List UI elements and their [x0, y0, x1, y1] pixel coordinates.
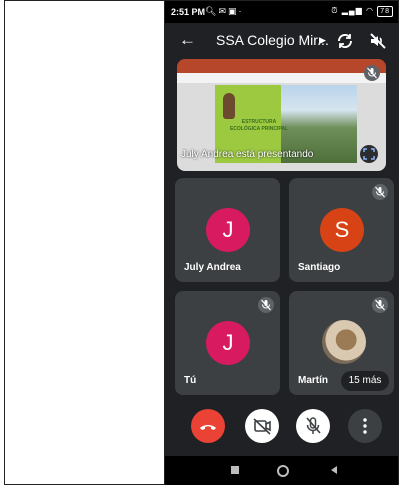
arrow-back-icon[interactable]: ←: [179, 30, 196, 50]
participant-tile[interactable]: S Santiago: [289, 178, 394, 282]
presenting-label: July Andrea está presentando: [181, 149, 314, 160]
status-bar: 2:51 PM 🔍︎✉︎▣· ⏰︎ ▂▄▆ ◠ 78: [165, 1, 398, 23]
back-triangle-icon[interactable]: [328, 464, 340, 476]
participant-tile[interactable]: J Tú: [175, 291, 280, 395]
search-icon: 🔍︎: [205, 6, 219, 16]
more-participants-badge[interactable]: 15 más: [341, 371, 389, 391]
presentation-tile[interactable]: ESTRUCTURA ECOLÓGICA PRINCIPAL July Andr…: [177, 59, 386, 171]
wifi-icon: ◠: [365, 6, 374, 15]
ppt-titlebar: [177, 59, 386, 73]
camera-off-button[interactable]: [245, 409, 279, 443]
chevron-right-icon[interactable]: ▶: [319, 35, 326, 46]
signal-icon: ▂▄▆: [341, 6, 363, 15]
participant-name: July Andrea: [184, 262, 241, 273]
dot-icon: ·: [238, 6, 244, 16]
meeting-title[interactable]: SSA Colegio Mir...: [216, 32, 329, 48]
more-options-button[interactable]: [348, 409, 382, 443]
mic-off-icon: [364, 65, 380, 81]
recents-icon[interactable]: [229, 464, 241, 476]
navigation-bar: [165, 456, 398, 485]
battery-icon: 78: [377, 6, 393, 17]
slide-title: ESTRUCTURA ECOLÓGICA PRINCIPAL: [229, 119, 289, 132]
mic-off-icon: [372, 184, 388, 200]
avatar: J: [206, 321, 250, 365]
end-call-button[interactable]: [191, 409, 225, 443]
ppt-ribbon: [177, 73, 386, 83]
mic-off-button[interactable]: [296, 409, 330, 443]
mic-off-icon: [258, 297, 274, 313]
notification-icons: 🔍︎✉︎▣·: [205, 6, 244, 17]
participant-name: Santiago: [298, 262, 341, 273]
avatar: S: [320, 208, 364, 252]
meet-screen: 2:51 PM 🔍︎✉︎▣· ⏰︎ ▂▄▆ ◠ 78 ← SSA Colegio…: [165, 1, 398, 485]
system-icons: ⏰︎ ▂▄▆ ◠ 78: [331, 6, 393, 17]
home-icon[interactable]: [276, 464, 290, 478]
participant-name: Martín: [298, 375, 328, 386]
participant-tile[interactable]: J July Andrea: [175, 178, 280, 282]
app-icon: ▣: [227, 6, 239, 16]
audio-off-icon[interactable]: [368, 31, 388, 51]
avatar-photo: [322, 320, 366, 364]
mail-icon: ✉︎: [218, 6, 228, 16]
participant-name: Tú: [184, 375, 197, 386]
app-bar: ← SSA Colegio Mir... ▶: [165, 23, 398, 59]
switch-camera-icon[interactable]: [335, 31, 355, 51]
mic-off-icon: [372, 297, 388, 313]
status-time: 2:51 PM: [171, 7, 206, 17]
slide-bird-image: [223, 93, 235, 119]
alarm-icon: ⏰︎: [331, 6, 339, 15]
fullscreen-icon[interactable]: [360, 145, 378, 163]
avatar: J: [206, 208, 250, 252]
